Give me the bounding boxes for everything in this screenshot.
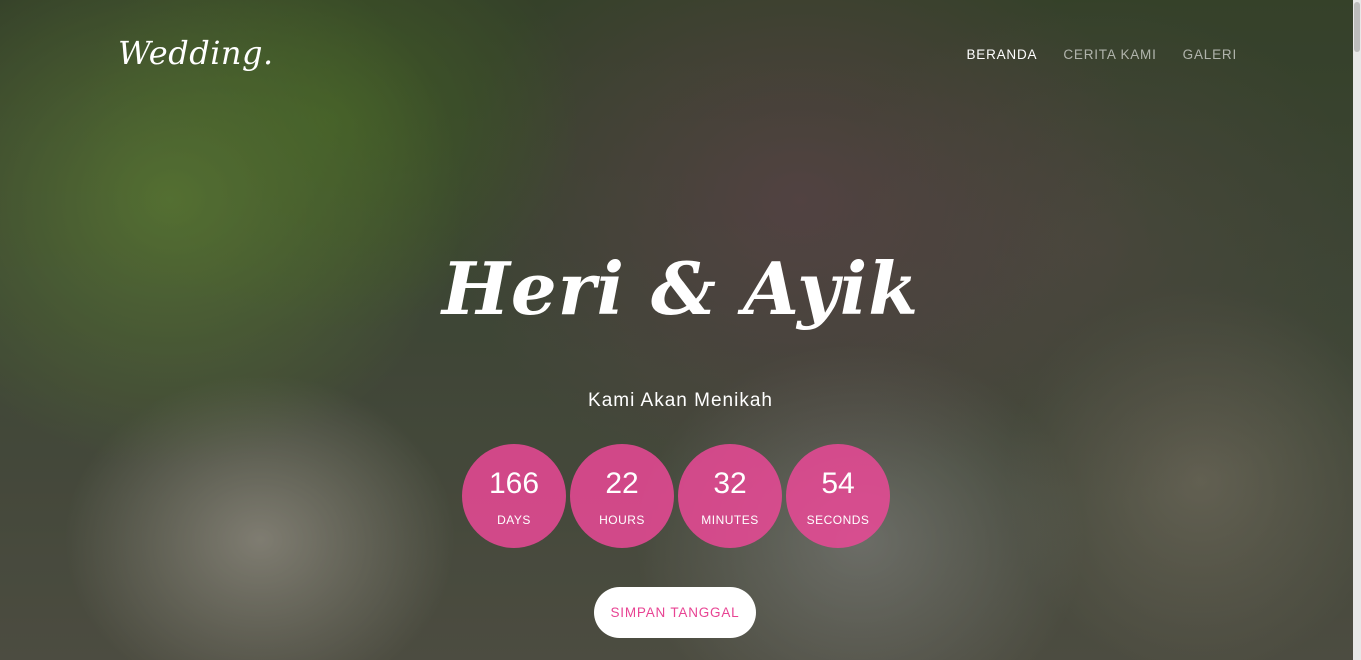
countdown-hours: 22 HOURS: [570, 444, 674, 548]
nav-item-cerita-kami[interactable]: CERITA KAMI: [1063, 47, 1156, 62]
couple-title: Heri & Ayik: [441, 246, 920, 331]
nav-item-galeri[interactable]: GALERI: [1183, 47, 1237, 62]
countdown-minutes-label: MINUTES: [701, 513, 759, 527]
hero-subtitle: Kami Akan Menikah: [588, 390, 773, 411]
countdown-seconds: 54 SECONDS: [786, 444, 890, 548]
save-date-button[interactable]: SIMPAN TANGGAL: [594, 587, 756, 638]
page-scrollbar[interactable]: [1353, 0, 1361, 660]
countdown-days: 166 DAYS: [462, 444, 566, 548]
countdown-days-value: 166: [488, 467, 540, 500]
countdown-hours-label: HOURS: [599, 513, 645, 527]
countdown-days-label: DAYS: [497, 513, 531, 527]
countdown-timer: 166 DAYS 22 HOURS 32 MINUTES 54 SECONDS: [462, 444, 890, 548]
scrollbar-thumb[interactable]: [1354, 2, 1360, 52]
countdown-seconds-value: 54: [821, 467, 855, 500]
nav-item-beranda[interactable]: BERANDA: [966, 47, 1037, 62]
countdown-minutes: 32 MINUTES: [678, 444, 782, 548]
site-logo[interactable]: Wedding.: [118, 34, 274, 72]
main-nav: BERANDA CERITA KAMI GALERI: [966, 47, 1237, 62]
countdown-minutes-value: 32: [713, 467, 747, 500]
countdown-hours-value: 22: [605, 467, 639, 500]
countdown-seconds-label: SECONDS: [806, 513, 870, 527]
